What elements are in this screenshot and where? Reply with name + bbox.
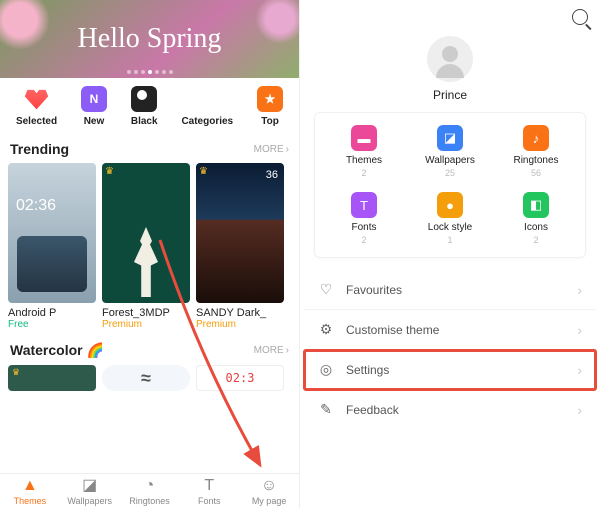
menu-list: ♡ Favourites › ⚙ Customise theme › ◎ Set… bbox=[304, 270, 596, 429]
asset-tiles: ▬ Themes 2 ◪ Wallpapers 25 ♪ Ringtones 5… bbox=[314, 112, 586, 258]
tile-wallpapers[interactable]: ◪ Wallpapers 25 bbox=[407, 125, 493, 178]
more-link[interactable]: More bbox=[254, 144, 289, 155]
theme-thumb[interactable]: 02:3 bbox=[196, 365, 284, 391]
crown-icon: ♛ bbox=[199, 166, 208, 177]
theme-card[interactable]: ♛ Forest_3MDP Premium bbox=[102, 163, 190, 330]
theme-thumb: ♛ 36 bbox=[196, 163, 284, 303]
nav-fonts[interactable]: T Fonts bbox=[179, 474, 239, 508]
feedback-icon: ✎ bbox=[318, 401, 334, 418]
menu-settings[interactable]: ◎ Settings › bbox=[304, 350, 596, 390]
theme-thumb[interactable] bbox=[8, 365, 96, 391]
sliders-icon: ⚙ bbox=[318, 321, 334, 338]
watercolor-list[interactable]: 02:3 bbox=[0, 365, 299, 391]
nav-wallpapers[interactable]: ◪ Wallpapers bbox=[60, 474, 120, 508]
tile-fonts[interactable]: T Fonts 2 bbox=[321, 192, 407, 245]
chevron-right-icon: › bbox=[577, 402, 582, 418]
more-link[interactable]: More bbox=[254, 345, 289, 356]
chevron-right-icon: › bbox=[577, 362, 582, 378]
tile-ringtones[interactable]: ♪ Ringtones 56 bbox=[493, 125, 579, 178]
wallpapers-icon: ◪ bbox=[82, 478, 97, 494]
tile-themes[interactable]: ▬ Themes 2 bbox=[321, 125, 407, 178]
section-title: Watercolor 🌈 bbox=[10, 342, 104, 359]
themes-icon: ▲ bbox=[22, 478, 38, 494]
nav-themes[interactable]: ▲ Themes bbox=[0, 474, 60, 508]
wallpapers-icon: ◪ bbox=[437, 125, 463, 151]
nav-ringtones[interactable]: ◔ Ringtones bbox=[120, 474, 180, 508]
crown-icon: ♛ bbox=[105, 166, 114, 177]
hero-title: Hello Spring bbox=[78, 23, 222, 55]
lock-icon: ● bbox=[437, 192, 463, 218]
menu-customise[interactable]: ⚙ Customise theme › bbox=[304, 310, 596, 350]
ringtones-icon: ♪ bbox=[523, 125, 549, 151]
icons-icon: ◧ bbox=[523, 192, 549, 218]
chevron-right-icon: › bbox=[577, 322, 582, 338]
tile-icons[interactable]: ◧ Icons 2 bbox=[493, 192, 579, 245]
right-header bbox=[300, 0, 600, 34]
theme-thumb: 02:36 bbox=[8, 163, 96, 303]
theme-thumb[interactable] bbox=[102, 365, 190, 391]
themes-store-screen: Hello Spring Selected N New Black Catego… bbox=[0, 0, 300, 508]
cat-categories[interactable]: Categories bbox=[181, 86, 233, 127]
trending-header: Trending More bbox=[0, 137, 299, 163]
themes-icon: ▬ bbox=[351, 125, 377, 151]
my-page-screen: Prince ▬ Themes 2 ◪ Wallpapers 25 ♪ Ring… bbox=[300, 0, 600, 508]
fonts-icon: T bbox=[351, 192, 377, 218]
theme-card[interactable]: 02:36 Android P Free bbox=[8, 163, 96, 330]
star-icon: ★ bbox=[257, 86, 283, 112]
bottom-nav: ▲ Themes ◪ Wallpapers ◔ Ringtones T Font… bbox=[0, 473, 299, 508]
theme-card[interactable]: ♛ 36 SANDY Dark_ Premium bbox=[196, 163, 284, 330]
watercolor-header: Watercolor 🌈 More bbox=[0, 338, 299, 365]
username: Prince bbox=[300, 88, 600, 102]
mypage-icon: ☺ bbox=[261, 478, 277, 494]
menu-favourites[interactable]: ♡ Favourites › bbox=[304, 270, 596, 310]
cat-selected[interactable]: Selected bbox=[16, 86, 57, 127]
avatar[interactable] bbox=[427, 36, 473, 82]
settings-icon: ◎ bbox=[318, 361, 334, 378]
trending-list[interactable]: 02:36 Android P Free ♛ Forest_3MDP Premi… bbox=[0, 163, 299, 330]
black-icon bbox=[131, 86, 157, 112]
heart-outline-icon: ♡ bbox=[318, 281, 334, 298]
hero-banner[interactable]: Hello Spring bbox=[0, 0, 299, 78]
search-icon[interactable] bbox=[572, 9, 588, 25]
cat-top[interactable]: ★ Top bbox=[257, 86, 283, 127]
menu-feedback[interactable]: ✎ Feedback › bbox=[304, 390, 596, 429]
new-icon: N bbox=[81, 86, 107, 112]
ringtones-icon: ◔ bbox=[145, 478, 155, 494]
nav-mypage[interactable]: ☺ My page bbox=[239, 474, 299, 508]
cat-black[interactable]: Black bbox=[131, 86, 158, 127]
tile-lockstyle[interactable]: ● Lock style 1 bbox=[407, 192, 493, 245]
section-title: Trending bbox=[10, 141, 69, 157]
theme-thumb: ♛ bbox=[102, 163, 190, 303]
grid-icon bbox=[194, 86, 220, 112]
fonts-icon: T bbox=[204, 478, 214, 494]
category-row: Selected N New Black Categories ★ Top bbox=[0, 78, 299, 137]
chevron-right-icon: › bbox=[577, 282, 582, 298]
carousel-dots bbox=[0, 70, 299, 74]
cat-new[interactable]: N New bbox=[81, 86, 107, 127]
heart-icon bbox=[24, 86, 50, 112]
